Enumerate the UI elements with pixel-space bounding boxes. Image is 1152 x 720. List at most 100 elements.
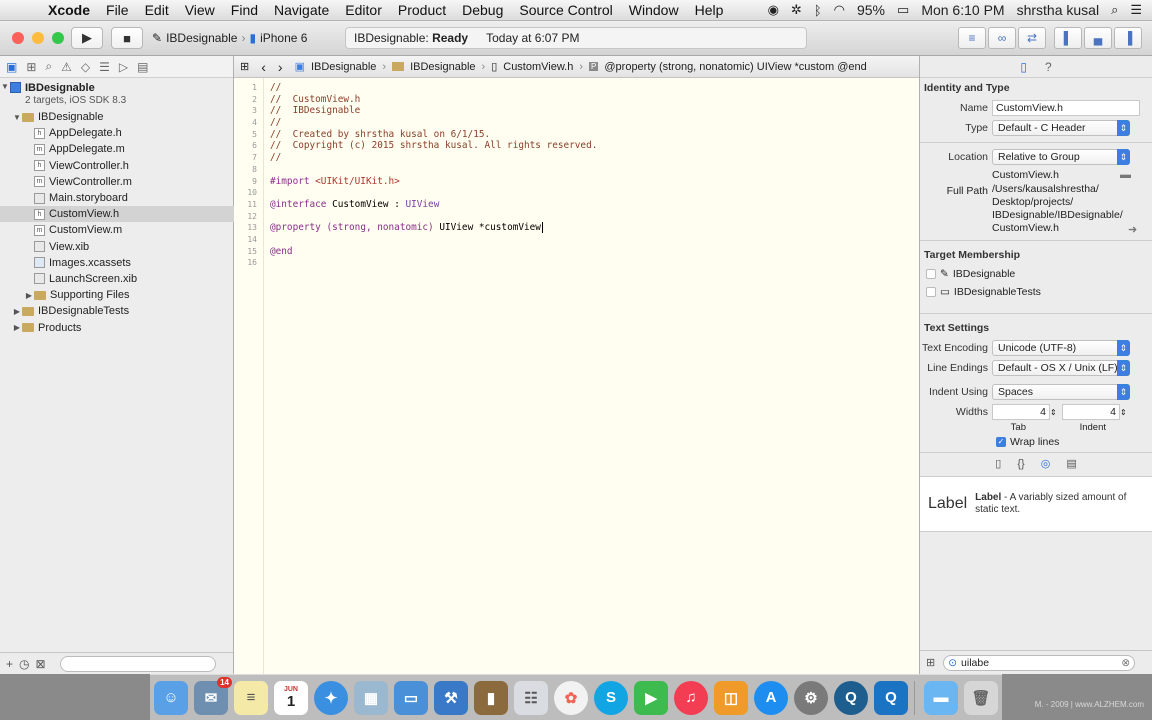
forward-icon[interactable]: › — [278, 59, 289, 75]
bluetooth-icon[interactable]: ᛒ — [814, 3, 822, 18]
disclosure-open-icon[interactable]: ▼ — [12, 113, 22, 122]
trash-icon[interactable]: 🗑 — [964, 680, 998, 715]
mail-icon[interactable]: ✉ 14 — [194, 676, 232, 715]
tree-file[interactable]: LaunchScreen.xib — [0, 271, 234, 287]
tab-stepper-icon[interactable]: ⇕ — [1050, 408, 1062, 417]
facetime-icon[interactable]: ▶ — [634, 680, 668, 715]
navigator-filter-input[interactable] — [59, 655, 216, 672]
tree-file[interactable]: h AppDelegate.h — [0, 125, 234, 141]
checkbox-checked-icon[interactable]: ✓ — [996, 437, 1006, 447]
tree-file[interactable]: View.xib — [0, 239, 234, 255]
toggle-debug-area-icon[interactable]: ▄ — [1084, 27, 1112, 49]
safari-icon[interactable]: ✦ — [314, 680, 348, 715]
code-snippet-icon[interactable]: {} — [1017, 458, 1024, 470]
menu-edit[interactable]: Edit — [137, 2, 177, 18]
object-library-icon[interactable]: ◎ — [1041, 457, 1051, 470]
jump-symbol[interactable]: @property (strong, nonatomic) UIView *cu… — [604, 61, 866, 73]
version-editor-icon[interactable]: ⇄ — [1018, 27, 1046, 49]
tree-project[interactable]: ▼ IBDesignable 2 targets, iOS SDK 8.3 — [0, 80, 234, 109]
system-preferences-icon[interactable]: ⚙ — [794, 680, 828, 715]
ibooks-icon[interactable]: ◫ — [714, 680, 748, 715]
encoding-popup[interactable]: Unicode (UTF-8) — [992, 340, 1130, 356]
assistant-editor-icon[interactable]: ∞ — [988, 27, 1016, 49]
preview-icon[interactable]: ▦ — [354, 680, 388, 715]
quick-help-icon[interactable]: ? — [1045, 60, 1052, 74]
media-library-icon[interactable]: ▤ — [1066, 457, 1076, 470]
recent-files-icon[interactable]: ◷ — [19, 657, 29, 671]
menu-window[interactable]: Window — [621, 2, 687, 18]
contacts-icon[interactable]: ☷ — [514, 680, 548, 715]
location-popup[interactable]: Relative to Group — [992, 149, 1130, 165]
menu-source-control[interactable]: Source Control — [511, 2, 620, 18]
quicktime-icon[interactable]: Q — [834, 680, 868, 715]
menu-navigate[interactable]: Navigate — [266, 2, 337, 18]
clear-search-icon[interactable]: ⊗ — [1121, 657, 1130, 669]
tree-file[interactable]: m CustomView.m — [0, 222, 234, 238]
find-navigator-icon[interactable]: ⌕ — [45, 59, 52, 74]
notification-center-icon[interactable]: ☰ — [1130, 2, 1142, 18]
toggle-utilities-icon[interactable]: ▐ — [1114, 27, 1142, 49]
folder-icon[interactable]: ▬ — [1120, 169, 1131, 181]
menu-product[interactable]: Product — [390, 2, 454, 18]
indent-stepper-icon[interactable]: ⇕ — [1120, 408, 1132, 417]
notebook-icon[interactable]: ▮ — [474, 680, 508, 715]
run-button[interactable]: ▶ — [71, 27, 103, 49]
line-endings-popup[interactable]: Default - OS X / Unix (LF) — [992, 360, 1130, 376]
project-navigator-icon[interactable]: ▣ — [6, 60, 17, 74]
spotlight-search-icon[interactable]: ⌕ — [1111, 2, 1118, 18]
file-template-icon[interactable]: ▯ — [995, 457, 1001, 470]
object-library-item[interactable]: Label Label - A variably sized amount of… — [920, 476, 1152, 532]
menu-debug[interactable]: Debug — [454, 2, 511, 18]
library-search-field[interactable]: ⊙ uilabe ⊗ — [943, 654, 1136, 671]
issue-navigator-icon[interactable]: ⚠ — [61, 60, 72, 74]
tree-file[interactable]: h ViewController.h — [0, 158, 234, 174]
toggle-navigator-icon[interactable]: ▌ — [1054, 27, 1082, 49]
back-icon[interactable]: ‹ — [255, 59, 272, 75]
scm-filter-icon[interactable]: ⊠ — [36, 657, 46, 671]
xcode-icon[interactable]: ⚒ — [434, 680, 468, 715]
clock[interactable]: Mon 6:10 PM — [921, 2, 1004, 18]
battery-icon[interactable]: ▭ — [897, 2, 909, 18]
menu-app[interactable]: Xcode — [46, 2, 98, 18]
add-icon[interactable]: + — [6, 657, 13, 671]
standard-editor-icon[interactable]: ≡ — [958, 27, 986, 49]
menu-help[interactable]: Help — [687, 2, 732, 18]
gear-icon[interactable]: ✲ — [791, 2, 802, 18]
indent-width-field[interactable]: 4 — [1062, 404, 1120, 420]
tab-width-field[interactable]: 4 — [992, 404, 1050, 420]
reveal-arrow-icon[interactable]: ➜ — [1128, 223, 1137, 236]
keynote-icon[interactable]: ▭ — [394, 680, 428, 715]
stop-button[interactable]: ■ — [111, 27, 143, 49]
menu-view[interactable]: View — [177, 2, 223, 18]
debug-navigator-icon[interactable]: ☰ — [99, 60, 110, 74]
tree-file-selected[interactable]: h CustomView.h — [0, 206, 234, 223]
code-text-area[interactable]: // // CustomView.h // IBDesignable // //… — [270, 78, 597, 269]
related-items-icon[interactable]: ⊞ — [240, 60, 249, 73]
photos-icon[interactable]: ✿ — [554, 680, 588, 715]
tree-file[interactable]: m AppDelegate.m — [0, 141, 234, 157]
calendar-icon[interactable]: JUN 1 — [274, 680, 308, 715]
menu-file[interactable]: File — [98, 2, 137, 18]
name-field[interactable]: CustomView.h — [992, 100, 1140, 116]
indent-using-popup[interactable]: Spaces — [992, 384, 1130, 400]
symbol-navigator-icon[interactable]: ⊞ — [26, 60, 36, 74]
disclosure-closed-icon[interactable]: ▶ — [12, 323, 22, 332]
jump-file[interactable]: CustomView.h — [503, 61, 573, 73]
jump-project[interactable]: IBDesignable — [311, 61, 376, 73]
type-popup[interactable]: Default - C Header — [992, 120, 1130, 136]
jump-group[interactable]: IBDesignable — [410, 61, 475, 73]
skype-icon[interactable]: S — [594, 680, 628, 715]
app-store-icon[interactable]: A — [754, 680, 788, 715]
scheme-selector[interactable]: ✎ IBDesignable › ▮ iPhone 6 — [152, 27, 307, 49]
tree-group[interactable]: ▼ IBDesignable — [0, 109, 234, 125]
disclosure-closed-icon[interactable]: ▶ — [12, 307, 22, 316]
report-navigator-icon[interactable]: ▤ — [137, 60, 148, 74]
itunes-icon[interactable]: ♫ — [674, 680, 708, 715]
battery-percent[interactable]: 95% — [857, 2, 885, 18]
downloads-folder-icon[interactable]: ▬ — [924, 680, 958, 715]
quicktime-recorder-icon[interactable]: Q — [874, 680, 908, 715]
record-icon[interactable]: ◉ — [768, 2, 779, 18]
user-name[interactable]: shrstha kusal — [1017, 2, 1099, 18]
breakpoint-navigator-icon[interactable]: ▷ — [119, 60, 128, 74]
menu-find[interactable]: Find — [223, 2, 266, 18]
